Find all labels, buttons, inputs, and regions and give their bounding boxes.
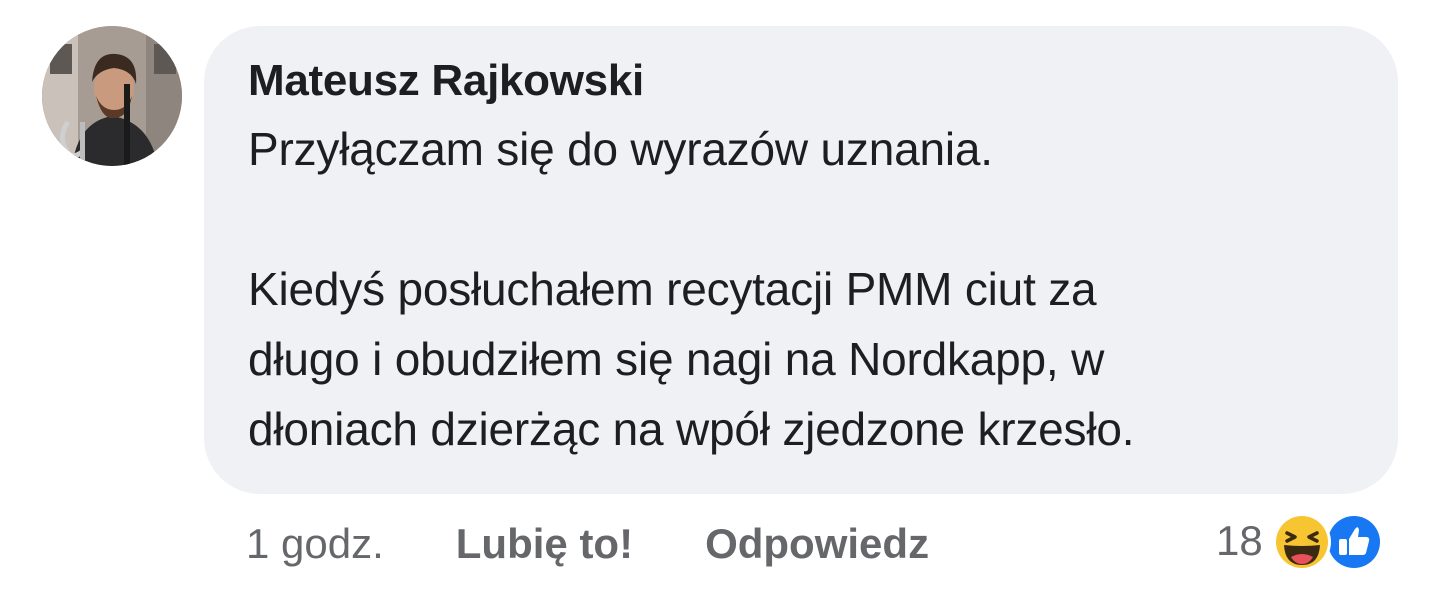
comment: Mateusz Rajkowski Przyłączam się do wyra…: [0, 0, 1440, 601]
timestamp[interactable]: 1 godz.: [246, 520, 384, 568]
avatar[interactable]: [42, 26, 182, 166]
avatar-photo: [42, 26, 182, 166]
haha-icon: [1272, 513, 1331, 571]
like-button[interactable]: Lubię to!: [456, 520, 633, 568]
comment-text: Przyłączam się do wyrazów uznania. Kiedy…: [248, 123, 1135, 455]
reactions-summary[interactable]: 18: [1216, 506, 1383, 576]
author-name[interactable]: Mateusz Rajkowski: [248, 54, 1354, 108]
comment-bubble: Mateusz Rajkowski Przyłączam się do wyra…: [204, 26, 1398, 494]
reply-button[interactable]: Odpowiedz: [705, 520, 929, 568]
reaction-icons: [1271, 509, 1383, 573]
comment-actions: 1 godz. Lubię to! Odpowiedz: [246, 514, 929, 574]
reaction-count: 18: [1216, 517, 1263, 564]
